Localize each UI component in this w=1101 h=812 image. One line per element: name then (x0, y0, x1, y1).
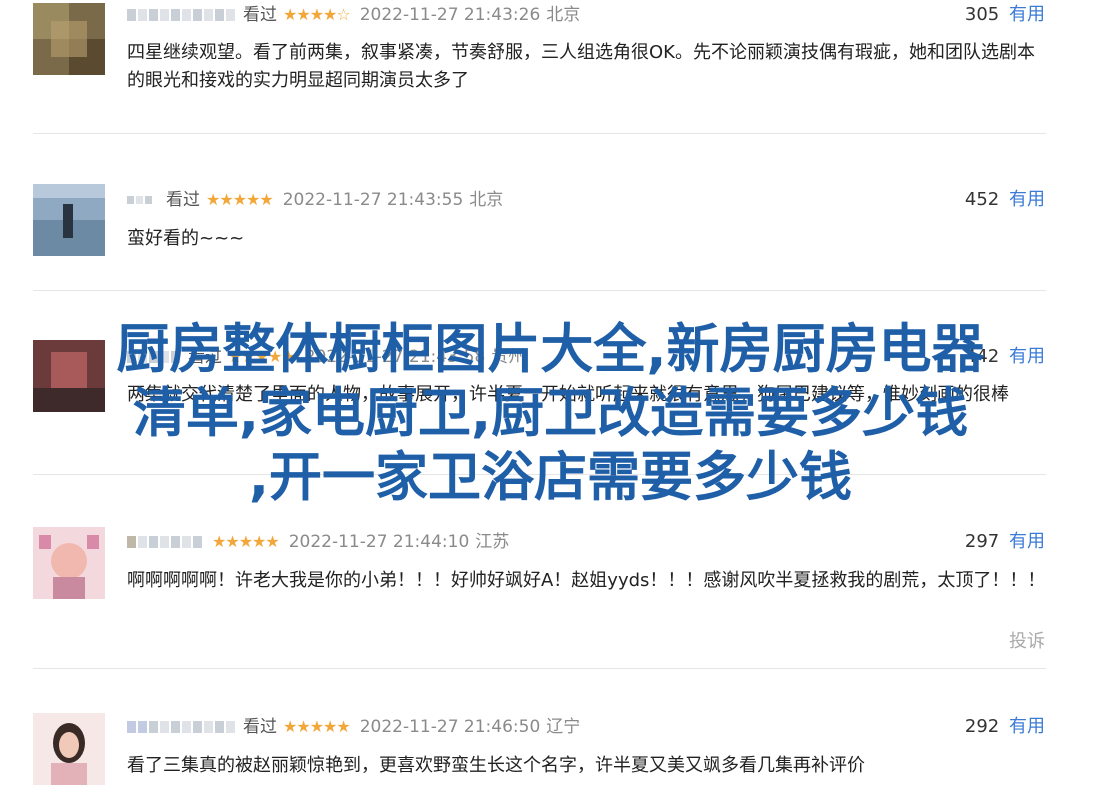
review-location: 北京 (546, 5, 581, 25)
overlay-line: ,开一家卫浴店需要多少钱 (248, 447, 853, 508)
vote-number: 305 (964, 4, 1000, 25)
review-text: 看了三集真的被赵丽颖惊艳到，更喜欢野蛮生长这个名字，许半夏又美又飒多看几集再补评… (127, 755, 865, 776)
useful-button[interactable]: 有用 (1009, 716, 1045, 737)
review-location: 辽宁 (546, 717, 581, 737)
review-text: 四星继续观望。看了前两集，叙事紧凑，节奏舒服，三人组选角很OK。先不论丽颖演技偶… (127, 42, 1035, 91)
divider (33, 474, 1046, 475)
watched-label: 看过 (188, 347, 222, 367)
username-blurred[interactable] (127, 536, 202, 548)
rating-stars: ★★★★★ (212, 532, 280, 551)
review-time: 2022-11-27 21:43:58 (304, 347, 486, 367)
username-blurred[interactable] (127, 9, 235, 21)
useful-button[interactable]: 有用 (1009, 346, 1045, 367)
rating-stars: ★★★★★ (206, 190, 274, 209)
avatar[interactable] (33, 3, 105, 75)
divider (33, 290, 1046, 291)
vote-count: 305 有用 (965, 2, 1045, 28)
review-location: 江苏 (475, 532, 510, 552)
avatar[interactable] (33, 340, 105, 412)
vote-count: 452 有用 (965, 187, 1045, 213)
avatar[interactable] (33, 527, 105, 599)
review-meta: ★★★★★ 2022-11-27 21:44:10 江苏 (127, 529, 509, 555)
useful-button[interactable]: 有用 (1009, 189, 1045, 210)
review-meta: 看过 ★★★★★ 2022-11-27 21:43:55 北京 (127, 187, 503, 213)
watched-label: 看过 (243, 5, 277, 25)
review-text: 蛮好看的~~~ (127, 228, 245, 249)
review-meta: 看过 ★★★★★ 2022-11-27 21:46:50 辽宁 (127, 714, 580, 740)
vote-count: 292 有用 (965, 714, 1045, 740)
vote-number: 442 (964, 346, 1000, 367)
report-link[interactable]: 投诉 (1009, 627, 1045, 653)
review-location: 北京 (469, 190, 504, 210)
divider (33, 133, 1046, 134)
review-text: 两集就交代清楚了里面的人物，故事展开，许半夏一开始就听起来就很有意思，狗尾巴建议… (127, 384, 1009, 405)
vote-count: 442 有用 (965, 344, 1045, 370)
avatar[interactable] (33, 713, 105, 785)
vote-number: 292 (964, 716, 1000, 737)
review-time: 2022-11-27 21:43:26 (359, 5, 541, 25)
review-location: 贵州 (491, 347, 526, 367)
vote-count: 297 有用 (965, 529, 1045, 555)
watched-label: 看过 (243, 717, 277, 737)
review-time: 2022-11-27 21:46:50 (359, 717, 541, 737)
rating-stars: ★★★★★ (283, 717, 351, 736)
review-meta: 看过 ★★★★★ 2022-11-27 21:43:58 贵州 (127, 344, 525, 370)
rating-stars: ★★★★★ (228, 347, 296, 366)
review-meta: 看过 ★★★★☆ 2022-11-27 21:43:26 北京 (127, 2, 580, 28)
vote-number: 452 (964, 189, 1000, 210)
divider (33, 668, 1046, 669)
username-blurred[interactable] (127, 721, 235, 733)
vote-number: 297 (964, 531, 1000, 552)
rating-stars: ★★★★☆ (283, 5, 351, 24)
review-time: 2022-11-27 21:43:55 (282, 190, 464, 210)
useful-button[interactable]: 有用 (1009, 531, 1045, 552)
watched-label: 看过 (166, 190, 200, 210)
username-blurred[interactable] (127, 196, 152, 204)
review-time: 2022-11-27 21:44:10 (288, 532, 470, 552)
avatar[interactable] (33, 184, 105, 256)
review-text: 啊啊啊啊啊！许老大我是你的小弟！！！好帅好飒好A！赵姐yyds！！！感谢风吹半夏… (127, 570, 1046, 591)
username-blurred[interactable] (127, 351, 180, 363)
useful-button[interactable]: 有用 (1009, 4, 1045, 25)
